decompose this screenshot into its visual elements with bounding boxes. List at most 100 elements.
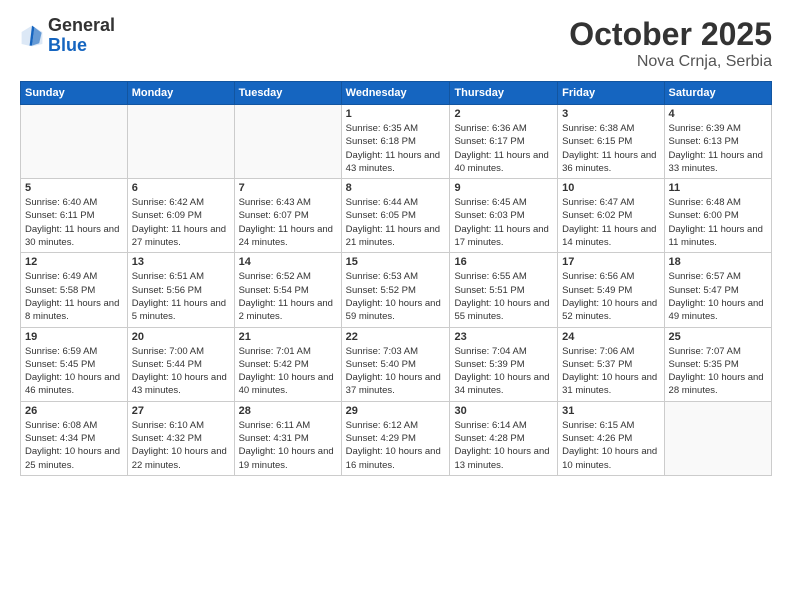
logo-blue: Blue xyxy=(48,35,87,55)
col-sunday: Sunday xyxy=(21,82,128,105)
day-info: Sunrise: 7:04 AM Sunset: 5:39 PM Dayligh… xyxy=(454,345,553,398)
calendar-cell: 21 Sunrise: 7:01 AM Sunset: 5:42 PM Dayli… xyxy=(234,327,341,401)
calendar-cell: 18 Sunrise: 6:57 AM Sunset: 5:47 PM Dayli… xyxy=(664,253,771,327)
day-number: 13 xyxy=(132,256,230,268)
calendar-cell: 22 Sunrise: 7:03 AM Sunset: 5:40 PM Dayli… xyxy=(341,327,450,401)
calendar-cell: 31Sunrise: 6:15 AM Sunset: 4:26 PM Dayli… xyxy=(558,401,664,475)
day-number: 23 xyxy=(454,331,553,343)
calendar-cell: 24 Sunrise: 7:06 AM Sunset: 5:37 PM Dayli… xyxy=(558,327,664,401)
calendar-cell: 15Sunrise: 6:53 AM Sunset: 5:52 PM Dayli… xyxy=(341,253,450,327)
page: General Blue October 2025 Nova Crnja, Se… xyxy=(0,0,792,612)
day-number: 10 xyxy=(562,182,659,194)
day-number: 28 xyxy=(239,405,337,417)
day-number: 18 xyxy=(669,256,767,268)
day-number: 25 xyxy=(669,331,767,343)
calendar-cell: 19 Sunrise: 6:59 AM Sunset: 5:45 PM Dayli… xyxy=(21,327,128,401)
day-info: Sunrise: 6:08 AM Sunset: 4:34 PM Dayligh… xyxy=(25,419,123,472)
col-wednesday: Wednesday xyxy=(341,82,450,105)
day-number: 24 xyxy=(562,331,659,343)
calendar-cell: 3 Sunrise: 6:38 AM Sunset: 6:15 PM Daylig… xyxy=(558,105,664,179)
day-info: Sunrise: 6:39 AM Sunset: 6:13 PM Dayligh… xyxy=(669,122,767,175)
calendar-cell: 5 Sunrise: 6:40 AM Sunset: 6:11 PM Daylig… xyxy=(21,179,128,253)
col-saturday: Saturday xyxy=(664,82,771,105)
day-info: Sunrise: 7:03 AM Sunset: 5:40 PM Dayligh… xyxy=(346,345,446,398)
month-title: October 2025 xyxy=(569,16,772,53)
day-info: Sunrise: 6:12 AM Sunset: 4:29 PM Dayligh… xyxy=(346,419,446,472)
day-info: Sunrise: 7:00 AM Sunset: 5:44 PM Dayligh… xyxy=(132,345,230,398)
logo: General Blue xyxy=(20,16,115,56)
day-info: Sunrise: 6:43 AM Sunset: 6:07 PM Dayligh… xyxy=(239,196,337,249)
day-info: Sunrise: 6:15 AM Sunset: 4:26 PM Dayligh… xyxy=(562,419,659,472)
day-info: Sunrise: 7:01 AM Sunset: 5:42 PM Dayligh… xyxy=(239,345,337,398)
calendar-table: Sunday Monday Tuesday Wednesday Thursday… xyxy=(20,81,772,476)
day-info: Sunrise: 6:10 AM Sunset: 4:32 PM Dayligh… xyxy=(132,419,230,472)
day-info: Sunrise: 6:42 AM Sunset: 6:09 PM Dayligh… xyxy=(132,196,230,249)
day-number: 30 xyxy=(454,405,553,417)
calendar-cell: 20 Sunrise: 7:00 AM Sunset: 5:44 PM Dayli… xyxy=(127,327,234,401)
calendar-cell: 27 Sunrise: 6:10 AM Sunset: 4:32 PM Dayli… xyxy=(127,401,234,475)
day-number: 5 xyxy=(25,182,123,194)
day-info: Sunrise: 7:06 AM Sunset: 5:37 PM Dayligh… xyxy=(562,345,659,398)
day-info: Sunrise: 6:38 AM Sunset: 6:15 PM Dayligh… xyxy=(562,122,659,175)
day-number: 16 xyxy=(454,256,553,268)
location-subtitle: Nova Crnja, Serbia xyxy=(569,53,772,71)
col-monday: Monday xyxy=(127,82,234,105)
day-number: 12 xyxy=(25,256,123,268)
day-number: 1 xyxy=(346,108,446,120)
calendar-cell: 4Sunrise: 6:39 AM Sunset: 6:13 PM Daylig… xyxy=(664,105,771,179)
day-number: 20 xyxy=(132,331,230,343)
day-number: 22 xyxy=(346,331,446,343)
calendar-cell: 29 Sunrise: 6:12 AM Sunset: 4:29 PM Dayli… xyxy=(341,401,450,475)
day-number: 3 xyxy=(562,108,659,120)
day-info: Sunrise: 6:51 AM Sunset: 5:56 PM Dayligh… xyxy=(132,270,230,323)
calendar-cell: 11 Sunrise: 6:48 AM Sunset: 6:00 PM Dayli… xyxy=(664,179,771,253)
calendar-cell: 28 Sunrise: 6:11 AM Sunset: 4:31 PM Dayli… xyxy=(234,401,341,475)
calendar-cell: 17 Sunrise: 6:56 AM Sunset: 5:49 PM Dayli… xyxy=(558,253,664,327)
day-number: 21 xyxy=(239,331,337,343)
day-info: Sunrise: 6:48 AM Sunset: 6:00 PM Dayligh… xyxy=(669,196,767,249)
day-info: Sunrise: 6:52 AM Sunset: 5:54 PM Dayligh… xyxy=(239,270,337,323)
calendar-cell xyxy=(234,105,341,179)
day-number: 27 xyxy=(132,405,230,417)
day-info: Sunrise: 6:36 AM Sunset: 6:17 PM Dayligh… xyxy=(454,122,553,175)
calendar-cell: 13 Sunrise: 6:51 AM Sunset: 5:56 PM Dayli… xyxy=(127,253,234,327)
day-info: Sunrise: 6:40 AM Sunset: 6:11 PM Dayligh… xyxy=(25,196,123,249)
day-info: Sunrise: 7:07 AM Sunset: 5:35 PM Dayligh… xyxy=(669,345,767,398)
day-info: Sunrise: 6:11 AM Sunset: 4:31 PM Dayligh… xyxy=(239,419,337,472)
day-info: Sunrise: 6:47 AM Sunset: 6:02 PM Dayligh… xyxy=(562,196,659,249)
calendar-cell: 2 Sunrise: 6:36 AM Sunset: 6:17 PM Daylig… xyxy=(450,105,558,179)
title-block: October 2025 Nova Crnja, Serbia xyxy=(569,16,772,71)
day-number: 2 xyxy=(454,108,553,120)
calendar-cell: 6Sunrise: 6:42 AM Sunset: 6:09 PM Daylig… xyxy=(127,179,234,253)
day-info: Sunrise: 6:35 AM Sunset: 6:18 PM Dayligh… xyxy=(346,122,446,175)
day-number: 19 xyxy=(25,331,123,343)
calendar-cell: 7 Sunrise: 6:43 AM Sunset: 6:07 PM Daylig… xyxy=(234,179,341,253)
calendar-cell xyxy=(127,105,234,179)
day-number: 7 xyxy=(239,182,337,194)
calendar-cell: 23 Sunrise: 7:04 AM Sunset: 5:39 PM Dayli… xyxy=(450,327,558,401)
calendar-cell: 9 Sunrise: 6:45 AM Sunset: 6:03 PM Daylig… xyxy=(450,179,558,253)
day-number: 9 xyxy=(454,182,553,194)
day-info: Sunrise: 6:59 AM Sunset: 5:45 PM Dayligh… xyxy=(25,345,123,398)
day-info: Sunrise: 6:55 AM Sunset: 5:51 PM Dayligh… xyxy=(454,270,553,323)
day-number: 17 xyxy=(562,256,659,268)
day-number: 11 xyxy=(669,182,767,194)
header-row: Sunday Monday Tuesday Wednesday Thursday… xyxy=(21,82,772,105)
calendar-cell: 30Sunrise: 6:14 AM Sunset: 4:28 PM Dayli… xyxy=(450,401,558,475)
day-info: Sunrise: 6:53 AM Sunset: 5:52 PM Dayligh… xyxy=(346,270,446,323)
day-info: Sunrise: 6:49 AM Sunset: 5:58 PM Dayligh… xyxy=(25,270,123,323)
calendar-week-4: 26Sunrise: 6:08 AM Sunset: 4:34 PM Dayli… xyxy=(21,401,772,475)
col-thursday: Thursday xyxy=(450,82,558,105)
logo-text: General Blue xyxy=(48,16,115,56)
calendar-week-0: 1 Sunrise: 6:35 AM Sunset: 6:18 PM Daylig… xyxy=(21,105,772,179)
day-info: Sunrise: 6:45 AM Sunset: 6:03 PM Dayligh… xyxy=(454,196,553,249)
calendar-cell: 26Sunrise: 6:08 AM Sunset: 4:34 PM Dayli… xyxy=(21,401,128,475)
calendar-week-3: 19 Sunrise: 6:59 AM Sunset: 5:45 PM Dayli… xyxy=(21,327,772,401)
col-tuesday: Tuesday xyxy=(234,82,341,105)
day-number: 29 xyxy=(346,405,446,417)
day-info: Sunrise: 6:56 AM Sunset: 5:49 PM Dayligh… xyxy=(562,270,659,323)
day-info: Sunrise: 6:57 AM Sunset: 5:47 PM Dayligh… xyxy=(669,270,767,323)
day-number: 14 xyxy=(239,256,337,268)
calendar-cell xyxy=(21,105,128,179)
calendar-cell: 25 Sunrise: 7:07 AM Sunset: 5:35 PM Dayli… xyxy=(664,327,771,401)
